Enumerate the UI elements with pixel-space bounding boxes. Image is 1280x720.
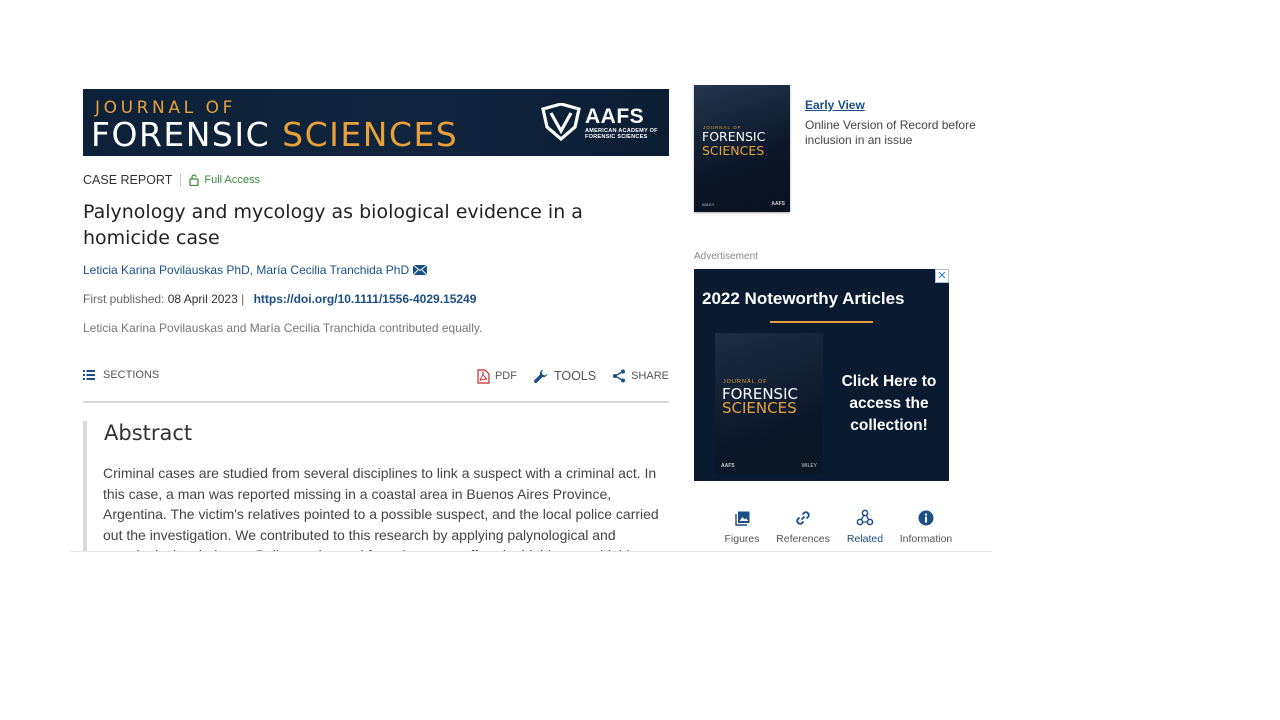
early-view-description: Online Version of Record before inclusio… xyxy=(805,117,976,148)
tab-references[interactable]: References xyxy=(772,508,834,545)
abstract-section: Abstract Criminal cases are studied from… xyxy=(83,421,673,551)
aafs-logo: AAFS AMERICAN ACADEMY OF FORENSIC SCIENCE… xyxy=(541,103,659,143)
pdf-button[interactable]: PDF xyxy=(477,368,517,384)
list-icon xyxy=(83,370,95,380)
early-view-link[interactable]: Early View xyxy=(805,98,992,114)
share-button[interactable]: SHARE xyxy=(612,369,669,383)
article-page: JOURNAL OF FORENSIC SCIENCES AAFS AMERIC… xyxy=(70,0,992,552)
first-published-label: First published: xyxy=(83,292,165,306)
ad-cover-publisher: WILEY xyxy=(801,463,817,469)
cover-logo: AAFS xyxy=(771,201,785,207)
pdf-label: PDF xyxy=(494,370,517,382)
abstract-heading: Abstract xyxy=(104,421,193,445)
info-icon xyxy=(918,510,934,526)
author-list[interactable]: Leticia Karina Povilauskas PhD, María Ce… xyxy=(83,263,428,277)
related-icon xyxy=(856,509,874,526)
publication-info: First published: 08 April 2023 | https:/… xyxy=(83,292,476,306)
image-icon xyxy=(734,511,749,526)
published-separator: | xyxy=(241,292,245,306)
tools-label: TOOLS xyxy=(553,369,597,383)
contribution-note: Leticia Karina Povilauskas and María Cec… xyxy=(83,321,483,335)
access-label: Full Access xyxy=(204,174,261,186)
tab-related-label: Related xyxy=(846,533,884,545)
sections-label: SECTIONS xyxy=(103,369,160,381)
tab-related[interactable]: Related xyxy=(834,508,896,545)
ad-heading-rule xyxy=(770,321,873,323)
aafs-tagline: AMERICAN ACADEMY OF FORENSIC SCIENCES xyxy=(585,128,658,141)
pdf-icon xyxy=(477,368,490,384)
tab-information-label: Information xyxy=(899,533,953,545)
cover-forensic: FORENSIC xyxy=(702,129,766,144)
wrench-icon xyxy=(533,369,548,384)
ad-call-to-action[interactable]: Click Here to access the collection! xyxy=(834,371,944,437)
tab-references-label: References xyxy=(776,533,830,545)
aafs-tagline-line2: FORENSIC SCIENCES xyxy=(585,134,648,141)
tab-figures-label: Figures xyxy=(724,533,760,545)
journal-word-sciences: SCIENCES xyxy=(282,115,459,154)
doi-link[interactable]: https://doi.org/10.1111/1556-4029.15249 xyxy=(254,292,477,306)
sections-button[interactable]: SECTIONS xyxy=(83,369,159,381)
aafs-tagline-line1: AMERICAN ACADEMY OF xyxy=(585,128,658,134)
cover-sciences: SCIENCES xyxy=(702,143,765,158)
article-type: CASE REPORT xyxy=(83,173,173,187)
aafs-shield-icon xyxy=(541,103,581,141)
ad-close-icon[interactable]: ✕ xyxy=(935,269,949,283)
tab-figures[interactable]: Figures xyxy=(711,508,773,545)
journal-title-label: FORENSIC SCIENCES xyxy=(91,115,458,154)
first-published-date: 08 April 2023 xyxy=(167,292,238,306)
early-view-info: Early View Online Version of Record befo… xyxy=(805,98,992,149)
type-separator xyxy=(180,173,182,187)
ad-cover-image: JOURNAL OF FORENSIC SCIENCES AAFS WILEY xyxy=(715,333,823,474)
cover-publisher: WILEY xyxy=(702,202,715,207)
issue-cover-image[interactable]: JOURNAL OF FORENSIC SCIENCES WILEY AAFS xyxy=(694,85,790,212)
ad-cover-logo: AAFS xyxy=(721,463,735,469)
tools-button[interactable]: TOOLS xyxy=(533,368,596,384)
toolbar-actions: PDF TOOLS SHARE xyxy=(461,368,669,384)
journal-banner[interactable]: JOURNAL OF FORENSIC SCIENCES AAFS AMERIC… xyxy=(83,89,669,156)
advertisement-label: Advertisement xyxy=(694,251,758,262)
sidebar-tabs: Figures References Related Information xyxy=(694,508,974,548)
advertisement-banner[interactable]: ✕ 2022 Noteworthy Articles JOURNAL OF FO… xyxy=(694,269,949,481)
share-icon xyxy=(613,369,626,383)
journal-word-forensic: FORENSIC xyxy=(91,115,271,154)
share-label: SHARE xyxy=(631,370,669,382)
article-title: Palynology and mycology as biological ev… xyxy=(83,201,583,249)
ad-heading: 2022 Noteworthy Articles xyxy=(702,289,905,308)
ad-cover-sciences: SCIENCES xyxy=(722,399,797,417)
article-toolbar: SECTIONS PDF TOOLS SHARE xyxy=(83,366,669,388)
full-access-badge: Full Access xyxy=(189,174,260,186)
envelope-icon[interactable] xyxy=(413,265,428,275)
unlock-icon xyxy=(189,174,200,186)
link-icon xyxy=(796,511,810,525)
author-names[interactable]: Leticia Karina Povilauskas PhD, María Ce… xyxy=(83,263,409,277)
article-type-row: CASE REPORT Full Access xyxy=(83,173,260,187)
abstract-text: Criminal cases are studied from several … xyxy=(103,465,659,551)
aafs-logo-text: AAFS xyxy=(585,105,645,128)
tab-information[interactable]: Information xyxy=(895,508,957,545)
toolbar-divider xyxy=(83,401,669,403)
